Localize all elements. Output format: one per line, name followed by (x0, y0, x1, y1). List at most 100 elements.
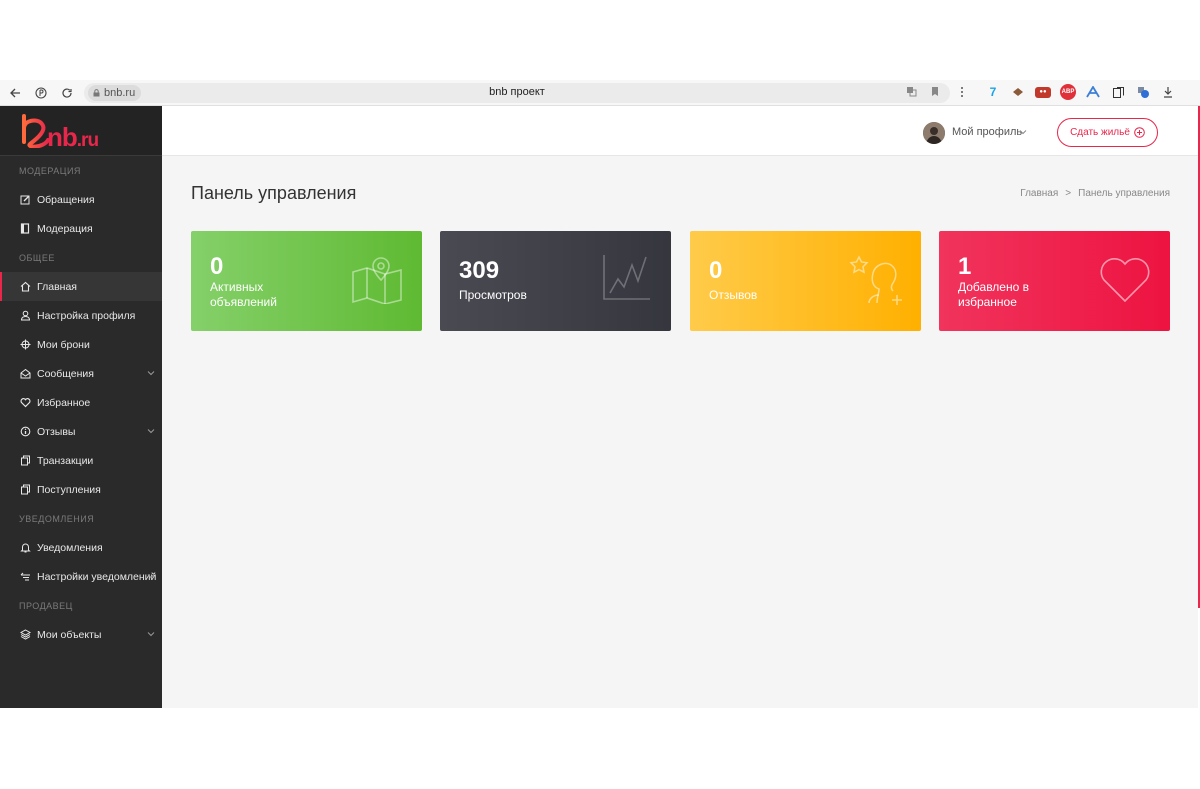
yandex-icon[interactable] (30, 82, 52, 104)
sidebar-item-label: Обращения (37, 193, 95, 206)
sidebar-item-label: Настройки уведомлений (37, 570, 157, 583)
megaphone-icon (19, 571, 31, 583)
stat-value: 1 (958, 253, 972, 280)
user-icon (19, 310, 31, 322)
main-content: Панель управления Главная > Панель управле… (162, 156, 1198, 708)
stat-value: 0 (210, 253, 224, 280)
sidebar-item-messages[interactable]: Сообщения (0, 359, 162, 388)
line-chart-icon (603, 255, 650, 300)
sidebar-item-label: Уведомления (37, 541, 103, 554)
edit-icon (19, 194, 31, 206)
stat-card-reviews[interactable]: 0 Отзывов (690, 231, 921, 331)
home-icon (19, 281, 31, 293)
stat-card-favorites[interactable]: 1 Добавлено в избранное (939, 231, 1170, 331)
stat-label: Просмотров (459, 288, 527, 302)
book-icon (19, 223, 31, 235)
sidebar-item-bookings[interactable]: Мои брони (0, 330, 162, 359)
feather-extension-icon[interactable] (1085, 84, 1101, 100)
top-margin (0, 0, 1200, 80)
avatar[interactable] (923, 122, 945, 144)
sidebar-item-requests[interactable]: Обращения (0, 185, 162, 214)
chevron-down-icon (147, 632, 155, 637)
sidebar-item-label: Мои брони (37, 338, 90, 351)
sidebar: nb.ru МОДЕРАЦИЯ Обращения Модерация ОБЩЕ… (0, 106, 162, 708)
chevron-down-icon (147, 429, 155, 434)
breadcrumb-separator: > (1065, 188, 1072, 199)
plus-circle-icon (1134, 127, 1145, 138)
stat-label: Добавлено в избранное (958, 280, 1029, 309)
breadcrumb-home[interactable]: Главная (1020, 188, 1058, 199)
sidebar-item-reviews[interactable]: Отзывы (0, 417, 162, 446)
compass-icon (19, 339, 31, 351)
stat-label: Отзывов (709, 288, 758, 302)
bell-icon (19, 542, 31, 554)
layers-icon (19, 629, 31, 641)
translate-icon[interactable] (904, 86, 918, 100)
address-bar[interactable]: bnb.ru bnb проект (84, 83, 950, 103)
sidebar-item-label: Транзакции (37, 454, 94, 467)
heart-icon (19, 397, 31, 409)
adblock-plus-extension-icon[interactable]: ABP (1060, 84, 1076, 100)
sidebar-item-transactions[interactable]: Транзакции (0, 446, 162, 475)
puzzle-extension-icon[interactable] (1135, 84, 1151, 100)
sidebar-item-profile-settings[interactable]: Настройка профиля (0, 301, 162, 330)
tab-title: bnb проект (489, 86, 545, 98)
download-icon[interactable] (1160, 84, 1176, 100)
bookmark-icon[interactable] (928, 86, 942, 100)
logo-text: nb.ru (47, 122, 99, 153)
breadcrumb: Главная > Панель управления (1020, 188, 1170, 199)
bookmark-extension-icon[interactable] (1110, 84, 1126, 100)
logo-main: nb (47, 122, 78, 152)
page-title: Панель управления (191, 183, 357, 203)
rent-out-button[interactable]: Сдать жильё (1057, 118, 1158, 147)
section-title-notifications: УВЕДОМЛЕНИЯ (19, 514, 95, 524)
sidebar-item-income[interactable]: Поступления (0, 475, 162, 504)
stat-card-views[interactable]: 309 Просмотров (440, 231, 671, 331)
stat-value: 309 (459, 257, 500, 284)
sidebar-item-label: Модерация (37, 222, 93, 235)
logo-suffix: .ru (76, 130, 99, 151)
stat-label: Активных объявлений (210, 280, 277, 309)
sidebar-item-moderation[interactable]: Модерация (0, 214, 162, 243)
browser-toolbar: bnb.ru bnb проект 7 ●● ABP (0, 80, 1200, 106)
more-vertical-icon[interactable] (955, 86, 969, 100)
chevron-down-icon[interactable] (1019, 128, 1027, 136)
sidebar-item-my-objects[interactable]: Мои объекты (0, 620, 162, 649)
heart-outline-icon (1100, 258, 1150, 303)
cookie-extension-icon[interactable] (1010, 84, 1026, 100)
back-arrow-icon[interactable] (4, 82, 26, 104)
sidebar-item-label: Настройка профиля (37, 309, 136, 322)
map-pin-icon (352, 257, 402, 304)
copy-icon (19, 484, 31, 496)
user-star-icon (849, 255, 902, 305)
chevron-down-icon (147, 574, 155, 579)
radio-extension-icon[interactable]: ●● (1035, 86, 1051, 98)
sidebar-item-favorites[interactable]: Избранное (0, 388, 162, 417)
sidebar-item-notification-settings[interactable]: Настройки уведомлений (0, 562, 162, 591)
top-header: Мой профиль Сдать жильё (162, 106, 1198, 156)
sidebar-item-notifications[interactable]: Уведомления (0, 533, 162, 562)
sidebar-item-label: Отзывы (37, 425, 76, 438)
section-title-moderation: МОДЕРАЦИЯ (19, 166, 81, 176)
profile-menu-label[interactable]: Мой профиль (952, 126, 1022, 138)
sidebar-item-label: Сообщения (37, 367, 94, 380)
copy-icon (19, 455, 31, 467)
info-icon (19, 426, 31, 438)
sidebar-item-label: Избранное (37, 396, 91, 409)
reload-icon[interactable] (56, 82, 78, 104)
bottom-margin (0, 708, 1200, 789)
logo[interactable]: nb.ru (0, 106, 162, 156)
sidebar-item-label: Главная (37, 280, 77, 293)
envelope-icon (19, 368, 31, 380)
breadcrumb-current: Панель управления (1078, 188, 1170, 199)
section-title-seller: ПРОДАВЕЦ (19, 601, 73, 611)
section-title-general: ОБЩЕЕ (19, 253, 55, 263)
stat-value: 0 (709, 257, 723, 284)
translate-extension-icon[interactable]: 7 (985, 84, 1001, 100)
stat-card-active-listings[interactable]: 0 Активных объявлений (191, 231, 422, 331)
rent-out-button-label: Сдать жильё (1070, 127, 1130, 138)
chevron-down-icon (147, 371, 155, 376)
sidebar-item-home[interactable]: Главная (0, 272, 162, 301)
sidebar-item-label: Поступления (37, 483, 101, 496)
sidebar-item-label: Мои объекты (37, 628, 102, 641)
